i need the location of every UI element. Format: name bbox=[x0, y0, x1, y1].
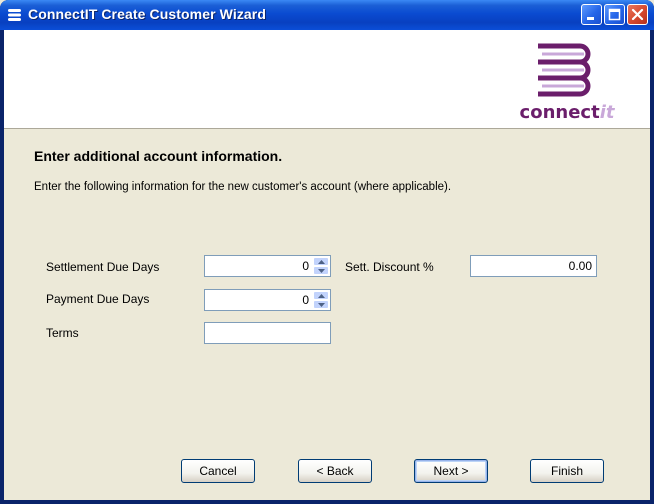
spin-up-icon[interactable] bbox=[313, 257, 329, 266]
terms-label: Terms bbox=[46, 326, 79, 340]
page-heading: Enter additional account information. bbox=[34, 148, 283, 164]
cancel-button-label: Cancel bbox=[199, 464, 237, 478]
settlement-due-days-spinner[interactable] bbox=[313, 257, 329, 275]
wizard-window: ConnectIT Create Customer Wizard connect… bbox=[0, 0, 654, 504]
cancel-button[interactable]: Cancel bbox=[181, 459, 255, 483]
logo-text-accent: it bbox=[599, 102, 615, 123]
app-icon bbox=[8, 9, 21, 21]
title-bar[interactable]: ConnectIT Create Customer Wizard bbox=[0, 0, 654, 30]
connectit-logo: connectit bbox=[502, 36, 632, 126]
logo-mark-icon bbox=[538, 43, 591, 97]
payment-due-days-value: 0 bbox=[302, 293, 309, 307]
settlement-due-days-label: Settlement Due Days bbox=[46, 260, 160, 274]
dialog-body: connectit Enter additional account infor… bbox=[4, 30, 650, 500]
minimize-icon bbox=[587, 17, 594, 20]
settlement-due-days-value: 0 bbox=[302, 259, 309, 273]
logo-text-main: connect bbox=[519, 102, 600, 123]
maximize-icon bbox=[608, 8, 621, 21]
payment-due-days-spinner[interactable] bbox=[313, 291, 329, 309]
payment-due-days-label: Payment Due Days bbox=[46, 292, 150, 306]
header-band: connectit bbox=[4, 30, 650, 129]
spin-down-icon[interactable] bbox=[313, 300, 329, 309]
spin-down-icon[interactable] bbox=[313, 266, 329, 275]
finish-button[interactable]: Finish bbox=[530, 459, 604, 483]
terms-input[interactable] bbox=[204, 322, 331, 344]
page-description: Enter the following information for the … bbox=[34, 181, 452, 193]
next-button[interactable]: Next > bbox=[414, 459, 488, 483]
logo-wordmark: connectit bbox=[502, 102, 632, 123]
close-icon bbox=[631, 8, 644, 21]
window-title: ConnectIT Create Customer Wizard bbox=[28, 6, 267, 22]
next-button-label: Next > bbox=[433, 464, 469, 478]
sett-discount-label: Sett. Discount % bbox=[345, 260, 434, 274]
payment-due-days-input[interactable]: 0 bbox=[204, 289, 331, 311]
maximize-button[interactable] bbox=[604, 4, 625, 25]
sett-discount-input[interactable]: 0.00 bbox=[470, 255, 597, 277]
spin-up-icon[interactable] bbox=[313, 291, 329, 300]
back-button[interactable]: < Back bbox=[298, 459, 372, 483]
close-button[interactable] bbox=[627, 4, 648, 25]
finish-button-label: Finish bbox=[550, 464, 583, 478]
settlement-due-days-input[interactable]: 0 bbox=[204, 255, 331, 277]
minimize-button[interactable] bbox=[581, 4, 602, 25]
back-button-label: < Back bbox=[316, 464, 354, 478]
